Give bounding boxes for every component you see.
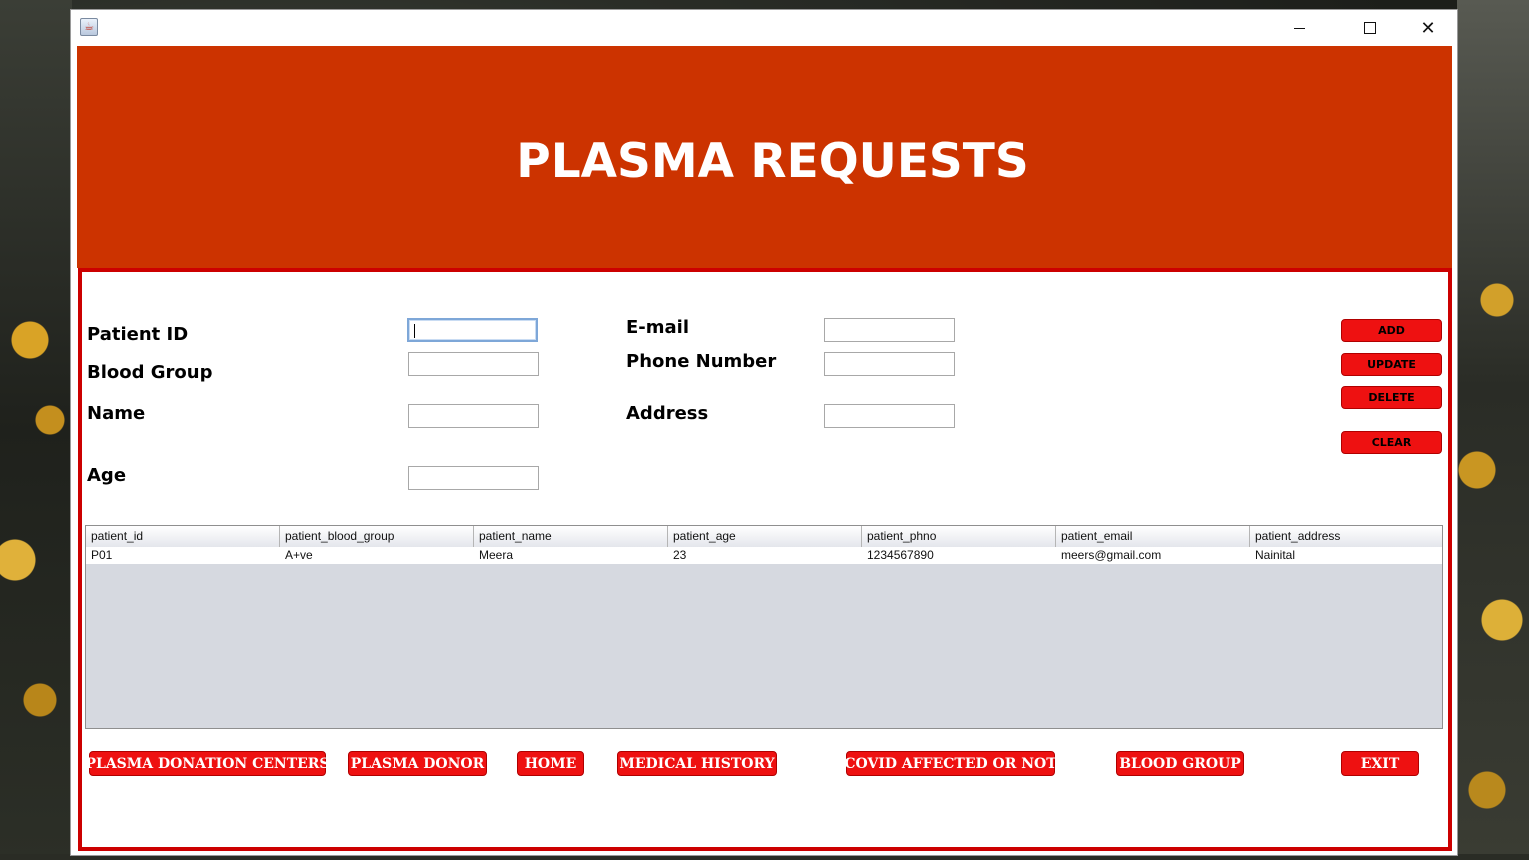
form-panel: Patient ID Blood Group Name Age E-mail P… <box>78 268 1452 851</box>
text-cursor <box>414 324 415 338</box>
column-header[interactable]: patient_address <box>1250 526 1442 547</box>
column-header[interactable]: patient_email <box>1056 526 1250 547</box>
requests-table[interactable]: patient_id patient_blood_group patient_n… <box>85 525 1443 729</box>
page-title: PLASMA REQUESTS <box>516 134 1029 189</box>
table-cell[interactable]: 23 <box>668 547 862 564</box>
clear-button[interactable]: CLEAR <box>1341 431 1442 454</box>
patient-id-input[interactable] <box>407 318 538 342</box>
java-app-icon[interactable]: ☕ <box>80 18 98 36</box>
table-cell[interactable]: Meera <box>474 547 668 564</box>
update-button[interactable]: UPDATE <box>1341 353 1442 376</box>
minimize-icon <box>1293 27 1305 29</box>
name-label: Name <box>87 403 146 424</box>
table-cell[interactable]: P01 <box>86 547 280 564</box>
name-input[interactable] <box>408 404 539 428</box>
table-header: patient_id patient_blood_group patient_n… <box>86 526 1442 548</box>
blood-group-label: Blood Group <box>87 362 213 383</box>
delete-button[interactable]: DELETE <box>1341 386 1442 409</box>
home-button[interactable]: HOME <box>517 751 584 776</box>
column-header[interactable]: patient_name <box>474 526 668 547</box>
medical-history-button[interactable]: MEDICAL HISTORY <box>617 751 777 776</box>
table-cell[interactable]: Nainital <box>1250 547 1442 564</box>
blood-group-button[interactable]: BLOOD GROUP <box>1116 751 1244 776</box>
desktop-background-right <box>1457 0 1529 860</box>
email-input[interactable] <box>824 318 955 342</box>
column-header[interactable]: patient_age <box>668 526 862 547</box>
table-cell[interactable]: 1234567890 <box>862 547 1056 564</box>
desktop-background-left <box>0 0 72 860</box>
blood-group-input[interactable] <box>408 352 539 376</box>
maximize-icon <box>1364 22 1376 34</box>
exit-button[interactable]: EXIT <box>1341 751 1419 776</box>
close-icon: ✕ <box>1420 17 1436 39</box>
maximize-button[interactable] <box>1341 10 1399 46</box>
address-input[interactable] <box>824 404 955 428</box>
title-bar[interactable]: ☕ ✕ <box>71 10 1457 46</box>
column-header[interactable]: patient_phno <box>862 526 1056 547</box>
patient-id-label: Patient ID <box>87 324 189 345</box>
add-button[interactable]: ADD <box>1341 319 1442 342</box>
age-label: Age <box>87 465 127 486</box>
phone-input[interactable] <box>824 352 955 376</box>
email-label: E-mail <box>626 317 690 338</box>
age-input[interactable] <box>408 466 539 490</box>
column-header[interactable]: patient_id <box>86 526 280 547</box>
covid-affected-button[interactable]: COVID AFFECTED OR NOT <box>844 751 1057 776</box>
plasma-donor-button[interactable]: PLASMA DONOR <box>348 751 487 776</box>
minimize-button[interactable] <box>1270 10 1328 46</box>
phone-label: Phone Number <box>626 351 777 372</box>
address-label: Address <box>626 403 709 424</box>
table-cell[interactable]: meers@gmail.com <box>1056 547 1250 564</box>
app-window: ☕ ✕ PLASMA REQUESTS Patient ID Blood Gro… <box>70 9 1458 856</box>
table-cell[interactable]: A+ve <box>280 547 474 564</box>
table-row[interactable]: P01 A+ve Meera 23 1234567890 meers@gmail… <box>86 547 1442 564</box>
page-header: PLASMA REQUESTS <box>77 46 1452 268</box>
close-button[interactable]: ✕ <box>1399 10 1457 46</box>
column-header[interactable]: patient_blood_group <box>280 526 474 547</box>
plasma-donation-centers-button[interactable]: PLASMA DONATION CENTERS <box>85 751 330 776</box>
